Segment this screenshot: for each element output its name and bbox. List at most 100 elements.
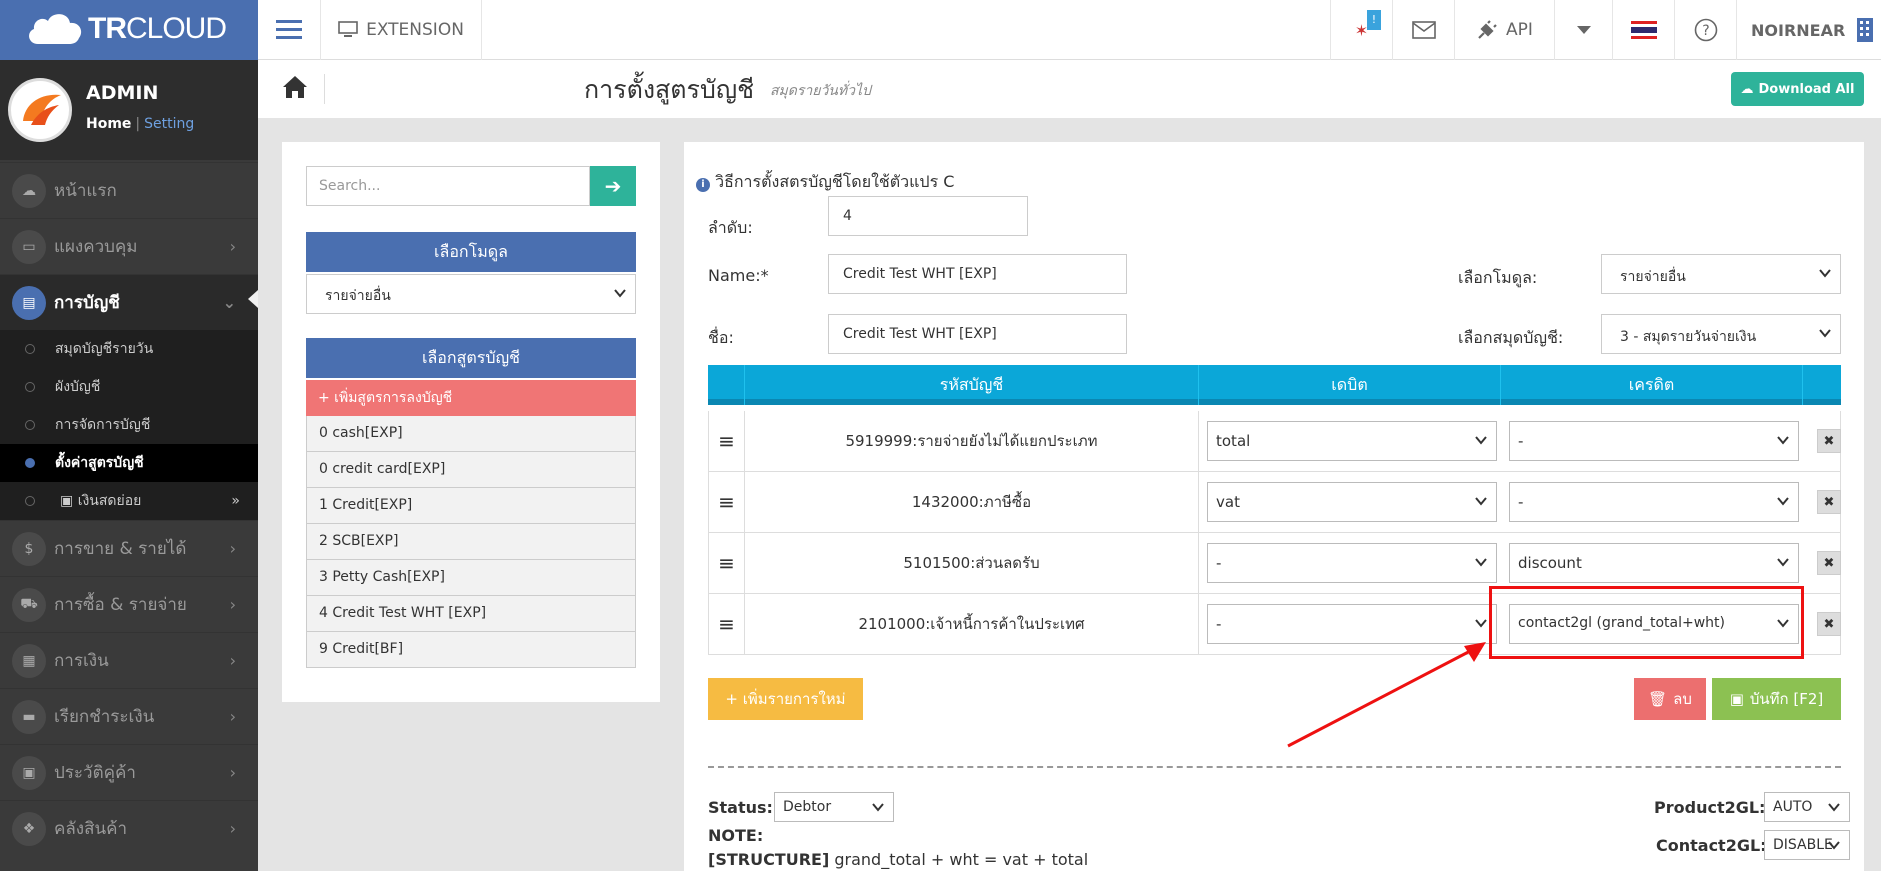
thai-name-input[interactable]: Credit Test WHT [EXP] bbox=[828, 314, 1127, 354]
sidebar-subitem-chart-of-accounts[interactable]: ผังบัญชี bbox=[0, 368, 258, 406]
user-menu-button[interactable]: NOIRNEAR bbox=[1736, 0, 1881, 60]
book-icon: ▤ bbox=[12, 285, 46, 320]
credit-select[interactable]: - bbox=[1509, 482, 1799, 522]
sidebar-subitem-petty-cash[interactable]: ▣ เงินสดย่อย » bbox=[0, 482, 258, 520]
page-title: การตั้งสูตรบัญชี bbox=[584, 75, 755, 104]
drag-handle-icon[interactable]: ≡ bbox=[709, 411, 745, 471]
add-row-button[interactable]: + เพิ่มรายการใหม่ bbox=[708, 678, 863, 720]
sidebar-item-sales[interactable]: $ การขาย & รายได้ › bbox=[0, 520, 258, 576]
formula-list-item[interactable]: 0 credit card[EXP] bbox=[306, 452, 636, 488]
table-header-credit: เครดิต bbox=[1500, 365, 1802, 405]
module-select-value: รายจ่ายอื่น bbox=[325, 288, 391, 304]
remove-row-button[interactable]: ✖ bbox=[1817, 612, 1841, 636]
close-icon: ✖ bbox=[1823, 433, 1835, 449]
chevron-right-icon: › bbox=[229, 819, 236, 838]
download-all-button[interactable]: ☁ Download All bbox=[1731, 72, 1864, 106]
language-button[interactable] bbox=[1612, 0, 1674, 60]
profile-links: Home | Setting bbox=[86, 116, 194, 132]
chevron-right-icon: › bbox=[229, 539, 236, 558]
thai-name-label: ชื่อ: bbox=[708, 328, 734, 347]
order-input[interactable]: 4 bbox=[828, 196, 1028, 236]
status-value: Debtor bbox=[783, 799, 832, 815]
close-icon: ✖ bbox=[1823, 555, 1835, 571]
drag-handle-icon[interactable]: ≡ bbox=[709, 533, 745, 593]
formula-list-item[interactable]: 4 Credit Test WHT [EXP] bbox=[306, 596, 636, 632]
sidebar-subitem-journal[interactable]: สมุดบัญชีรายวัน bbox=[0, 330, 258, 368]
debit-select[interactable]: vat bbox=[1207, 482, 1497, 522]
help-button[interactable]: ? bbox=[1674, 0, 1736, 60]
remove-row-button[interactable]: ✖ bbox=[1817, 551, 1841, 575]
address-book-icon: ▣ bbox=[12, 755, 46, 790]
mail-button[interactable] bbox=[1392, 0, 1454, 60]
product2gl-select[interactable]: AUTO bbox=[1764, 792, 1850, 822]
sidebar-item-contacts[interactable]: ▣ ประวัติคู่ค้า › bbox=[0, 744, 258, 800]
menu-toggle-button[interactable] bbox=[258, 0, 320, 60]
sidebar-item-purchases[interactable]: ⛟ การซื้อ & รายจ่าย › bbox=[0, 576, 258, 632]
status-select[interactable]: Debtor bbox=[774, 792, 894, 822]
sidebar-subitem-formula-settings[interactable]: ตั้งค่าสูตรบัญชี bbox=[0, 444, 258, 482]
formula-list-item[interactable]: 9 Credit[BF] bbox=[306, 632, 636, 668]
journal-dropdown[interactable]: 3 - สมุดรายวันจ่ายเงิน bbox=[1601, 314, 1841, 354]
note-label: NOTE: bbox=[708, 826, 764, 845]
sidebar-item-dashboard[interactable]: ▭ แผงควบคุม › bbox=[0, 218, 258, 274]
notifications-button[interactable]: ✶ ! bbox=[1330, 0, 1392, 60]
dropdown-toggle-button[interactable] bbox=[1554, 0, 1612, 60]
sidebar-item-label: การซื้อ & รายจ่าย bbox=[54, 595, 187, 615]
chevron-down-icon bbox=[1777, 436, 1789, 445]
credit-select[interactable]: - bbox=[1509, 421, 1799, 461]
search-input[interactable]: Search... bbox=[306, 166, 590, 206]
structure-text: grand_total + wht = vat + total bbox=[834, 850, 1089, 869]
debit-select[interactable]: total bbox=[1207, 421, 1497, 461]
table-header: รหัสบัญชี เดบิต เครดิต bbox=[708, 365, 1841, 405]
module-dropdown[interactable]: รายจ่ายอื่น bbox=[1601, 254, 1841, 294]
chevron-down-icon bbox=[1475, 558, 1487, 567]
add-formula-button[interactable]: + เพิ่มสูตรการลงบัญชี bbox=[306, 380, 636, 416]
credit-select[interactable]: discount bbox=[1509, 543, 1799, 583]
debit-select[interactable]: - bbox=[1207, 543, 1497, 583]
drag-handle-icon[interactable]: ≡ bbox=[709, 594, 745, 654]
drag-handle-icon[interactable]: ≡ bbox=[709, 472, 745, 532]
sidebar-item-billing[interactable]: ▬ เรียกชำระเงิน › bbox=[0, 688, 258, 744]
sidebar-subitem-label: การจัดการบัญชี bbox=[55, 417, 151, 433]
info-help-link[interactable]: i วิธีการตั้งสตรบัญชีโดยใช้ตัวแปร C bbox=[696, 170, 954, 195]
account-cell: 1432000:ภาษีซื้อ bbox=[745, 472, 1199, 532]
sidebar-item-home[interactable]: ☁ หน้าแรก bbox=[0, 162, 258, 218]
sidebar-item-finance[interactable]: ▦ การเงิน › bbox=[0, 632, 258, 688]
sidebar-item-inventory[interactable]: ❖ คลังสินค้า › bbox=[0, 800, 258, 856]
debit-value: - bbox=[1216, 615, 1222, 633]
notification-badge: ! bbox=[1367, 10, 1381, 30]
remove-row-button[interactable]: ✖ bbox=[1817, 490, 1841, 514]
setting-link[interactable]: Setting bbox=[144, 116, 194, 132]
formula-list-item[interactable]: 1 Credit[EXP] bbox=[306, 488, 636, 524]
home-link[interactable]: Home bbox=[86, 116, 131, 132]
brand-bar[interactable]: TRCLOUD bbox=[0, 0, 258, 60]
delete-button[interactable]: 🗑 ลบ bbox=[1634, 678, 1706, 720]
name-input[interactable]: Credit Test WHT [EXP] bbox=[828, 254, 1127, 294]
account-cell: 5919999:รายจ่ายยังไม่ได้แยกประเภท bbox=[745, 411, 1199, 471]
remove-row-button[interactable]: ✖ bbox=[1817, 429, 1841, 453]
top-navbar: EXTENSION ✶ ! API ? NOIRNEAR bbox=[258, 0, 1881, 60]
chevron-down-icon bbox=[1819, 269, 1831, 278]
sidebar-item-accounting[interactable]: ▤ การบัญชี ⌄ bbox=[0, 274, 258, 330]
chevron-down-icon bbox=[872, 803, 884, 812]
double-chevron-right-icon: » bbox=[231, 493, 240, 509]
home-icon[interactable] bbox=[282, 74, 308, 100]
sidebar-subitem-account-management[interactable]: การจัดการบัญชี bbox=[0, 406, 258, 444]
save-button[interactable]: ▣ บันทึก [F2] bbox=[1712, 678, 1841, 720]
building-icon bbox=[1857, 18, 1874, 42]
structure-note: [STRUCTURE] grand_total + wht = vat + to… bbox=[708, 850, 1088, 869]
extension-button[interactable]: EXTENSION bbox=[320, 0, 482, 60]
api-button[interactable]: API bbox=[1454, 0, 1554, 60]
search-submit-button[interactable]: ➔ bbox=[590, 166, 636, 206]
contact2gl-select[interactable]: DISABLE bbox=[1764, 830, 1850, 860]
active-pointer-icon bbox=[248, 290, 258, 308]
formula-list-item[interactable]: 0 cash[EXP] bbox=[306, 416, 636, 452]
module-select[interactable]: รายจ่ายอื่น bbox=[306, 274, 636, 314]
avatar[interactable] bbox=[8, 78, 72, 142]
formula-list-panel: Search... ➔ เลือกโมดูล รายจ่ายอื่น เลือก… bbox=[282, 142, 660, 702]
debit-value: total bbox=[1216, 432, 1251, 450]
credit-value: - bbox=[1518, 493, 1524, 511]
debit-select[interactable]: - bbox=[1207, 604, 1497, 644]
formula-list-item[interactable]: 3 Petty Cash[EXP] bbox=[306, 560, 636, 596]
formula-list-item[interactable]: 2 SCB[EXP] bbox=[306, 524, 636, 560]
